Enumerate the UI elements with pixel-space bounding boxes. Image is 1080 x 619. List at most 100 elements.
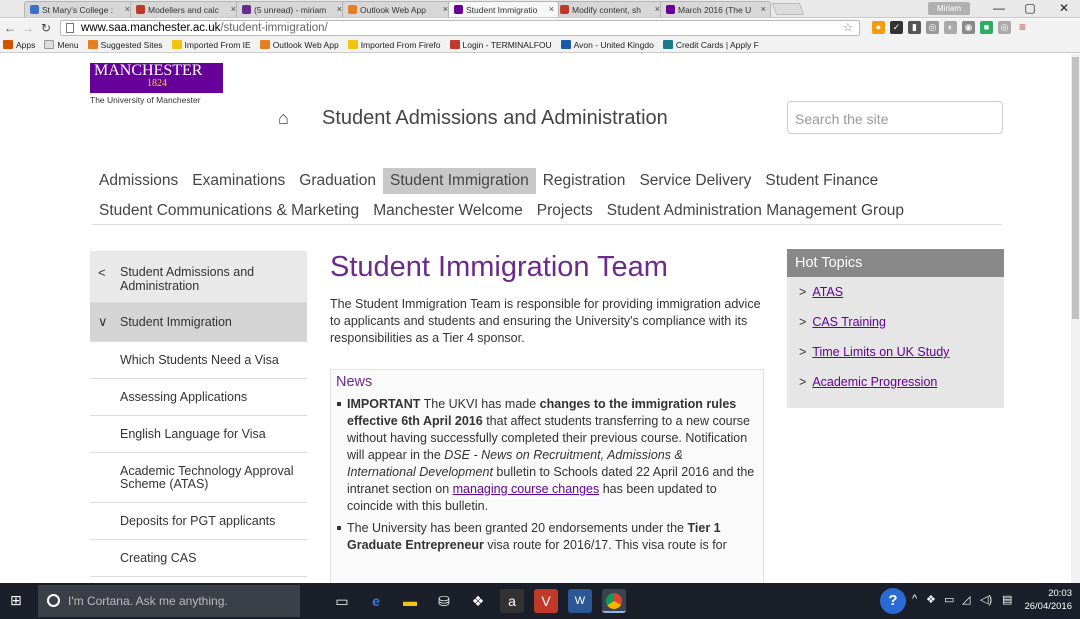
wifi-icon[interactable]: ◿ — [962, 593, 970, 606]
folder-icon — [171, 40, 182, 49]
sidebar-item[interactable]: Academic Technology Approval Scheme (ATA… — [90, 453, 307, 503]
menu-icon[interactable]: ≡ — [1016, 21, 1029, 34]
clock-time: 20:03 — [1048, 588, 1072, 599]
chevron-up-icon[interactable]: ^ — [912, 593, 917, 605]
page-viewport: MANCHESTER 1824 The University of Manche… — [0, 54, 1080, 583]
address-bar[interactable]: www.saa.manchester.ac.uk/student-immigra… — [60, 20, 860, 36]
nav-item-registration[interactable]: Registration — [536, 168, 633, 194]
browser-tab[interactable]: March 2016 (The U × — [660, 1, 771, 17]
university-logo[interactable]: MANCHESTER 1824 The University of Manche… — [90, 63, 235, 105]
scrollbar-thumb[interactable] — [1072, 57, 1079, 319]
windows-start-icon[interactable]: ⊞ — [10, 592, 25, 608]
extension-icon[interactable]: ◐ — [944, 21, 957, 34]
search-input[interactable]: Search the site — [787, 101, 1003, 134]
store-icon[interactable]: ⛁ — [432, 589, 456, 613]
extension-icon[interactable]: ✓ — [890, 21, 903, 34]
task-view-icon[interactable]: ▭ — [330, 589, 354, 613]
home-icon[interactable]: ⌂ — [278, 108, 289, 129]
cortana-search[interactable]: I'm Cortana. Ask me anything. — [38, 585, 300, 617]
bookmark-item[interactable]: Menu — [44, 40, 79, 50]
extension-icon[interactable]: ◎ — [998, 21, 1011, 34]
browser-tab[interactable]: Outlook Web App × — [342, 1, 453, 17]
browser-tab[interactable]: (5 unread) - miriam × — [236, 1, 347, 17]
bookmark-folder[interactable]: Imported From IE — [171, 40, 251, 50]
reload-icon[interactable]: ↻ — [38, 21, 54, 35]
browser-tab[interactable]: St Mary's College : × — [24, 1, 135, 17]
bookmark-item[interactable]: Outlook Web App — [259, 40, 339, 50]
dropbox-icon[interactable]: ❖ — [466, 589, 490, 613]
cortana-icon — [47, 594, 60, 607]
chrome-icon[interactable] — [602, 589, 626, 613]
hot-topic-link[interactable]: CAS Training — [812, 315, 886, 329]
file-explorer-icon[interactable]: ▬ — [398, 589, 422, 613]
help-icon[interactable]: ? — [880, 588, 906, 614]
page-icon — [44, 40, 55, 49]
chevron-down-icon: ∨ — [98, 314, 108, 329]
close-window-button[interactable]: ✕ — [1054, 1, 1074, 15]
favicon-icon — [662, 40, 673, 49]
forward-icon[interactable]: → — [20, 21, 36, 35]
scrollbar[interactable] — [1071, 54, 1080, 583]
hot-topic-link[interactable]: ATAS — [812, 285, 843, 299]
system-clock[interactable]: 20:03 26/04/2016 — [1024, 587, 1072, 613]
sidebar-back-link[interactable]: < Student Admissions and Administration — [90, 251, 307, 303]
extension-icon[interactable]: ◉ — [962, 21, 975, 34]
minimize-button[interactable]: — — [989, 1, 1009, 15]
extension-icon[interactable]: ■ — [980, 21, 993, 34]
hot-topic-link[interactable]: Time Limits on UK Study — [812, 345, 949, 359]
browser-tab[interactable]: Modellers and calc × — [130, 1, 241, 17]
battery-icon[interactable]: ▭ — [944, 593, 954, 606]
amazon-icon[interactable]: a — [500, 589, 524, 613]
managing-course-changes-link[interactable]: managing course changes — [453, 482, 600, 496]
nav-item-graduation[interactable]: Graduation — [292, 168, 383, 194]
extension-icon[interactable]: ◎ — [926, 21, 939, 34]
page-icon — [66, 23, 74, 33]
main-navigation: Admissions Examinations Graduation Stude… — [92, 168, 1012, 228]
notifications-icon[interactable]: ▤ — [1002, 593, 1012, 606]
favicon-icon — [454, 5, 463, 14]
news-heading: News — [336, 374, 373, 390]
edge-icon[interactable]: e — [364, 589, 388, 613]
extension-icon[interactable]: ● — [872, 21, 885, 34]
close-tab-icon[interactable]: × — [549, 4, 554, 14]
nav-item-student-finance[interactable]: Student Finance — [758, 168, 885, 194]
sidebar-item[interactable]: Deposits for PGT applicants — [90, 503, 307, 540]
nav-item-projects[interactable]: Projects — [530, 198, 600, 224]
extension-icon[interactable]: ▮ — [908, 21, 921, 34]
bookmark-item[interactable]: Login - TERMINALFOU — [449, 40, 552, 50]
bookmark-item[interactable]: Suggested Sites — [87, 40, 163, 50]
new-tab-button[interactable] — [771, 3, 805, 15]
hot-topic-link[interactable]: Academic Progression — [812, 375, 937, 389]
tray-dropbox-icon[interactable]: ❖ — [926, 593, 936, 606]
word-icon[interactable]: W — [568, 589, 592, 613]
hot-topic-item: > CAS Training — [787, 307, 1004, 337]
mail-icon — [242, 5, 251, 14]
nav-item-examinations[interactable]: Examinations — [185, 168, 292, 194]
bookmark-folder[interactable]: Imported From Firefo — [347, 40, 441, 50]
back-icon[interactable]: ← — [2, 21, 18, 35]
section-sidebar: < Student Admissions and Administration ∨… — [90, 251, 307, 577]
nav-item-student-immigration[interactable]: Student Immigration — [383, 168, 536, 194]
nav-item-admissions[interactable]: Admissions — [92, 168, 185, 194]
maximize-button[interactable]: ▢ — [1020, 1, 1040, 15]
browser-tab-active[interactable]: Student Immigratio × — [448, 1, 559, 17]
sidebar-item[interactable]: English Language for Visa — [90, 416, 307, 453]
bookmark-item[interactable]: Apps — [3, 40, 35, 50]
star-icon[interactable]: ☆ — [843, 21, 853, 35]
profile-badge[interactable]: Miriam — [928, 2, 970, 15]
nav-item-management-group[interactable]: Student Administration Management Group — [600, 198, 911, 224]
sidebar-item[interactable]: Creating CAS — [90, 540, 307, 577]
nav-item-service-delivery[interactable]: Service Delivery — [632, 168, 758, 194]
bookmark-item[interactable]: Credit Cards | Apply F — [662, 40, 759, 50]
sidebar-item[interactable]: Which Students Need a Visa — [90, 342, 307, 379]
bookmark-item[interactable]: Avon - United Kingdo — [560, 40, 654, 50]
vivaldi-icon[interactable]: V — [534, 589, 558, 613]
volume-icon[interactable]: ◁) — [980, 593, 992, 606]
close-tab-icon[interactable]: × — [761, 4, 766, 14]
sidebar-item[interactable]: Assessing Applications — [90, 379, 307, 416]
site-title[interactable]: Student Admissions and Administration — [322, 107, 668, 130]
sidebar-parent-item[interactable]: ∨ Student Immigration — [90, 303, 307, 342]
nav-item-student-communications[interactable]: Student Communications & Marketing — [92, 198, 366, 224]
browser-tab[interactable]: Modify content, sh × — [554, 1, 665, 17]
nav-item-manchester-welcome[interactable]: Manchester Welcome — [366, 198, 530, 224]
